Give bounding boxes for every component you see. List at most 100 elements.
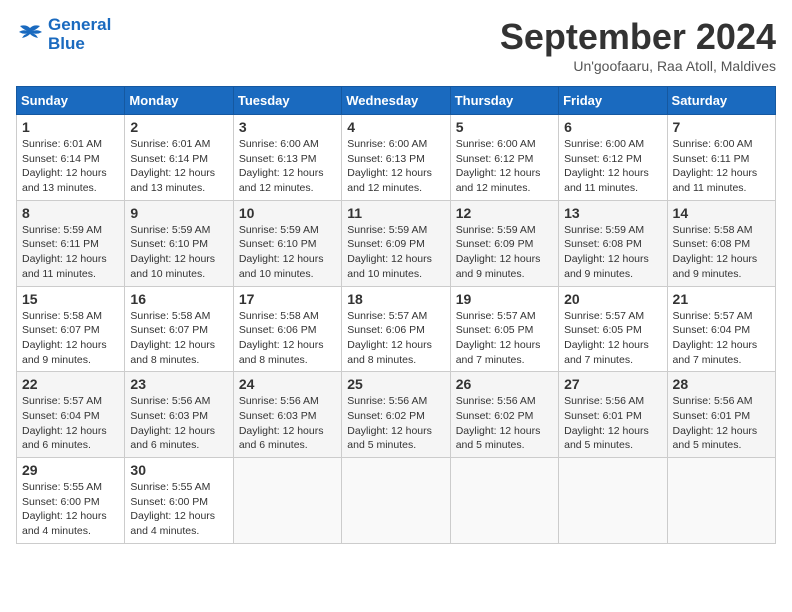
day-info: Sunrise: 5:56 AMSunset: 6:01 PMDaylight:… (564, 395, 649, 451)
calendar-day-cell (342, 458, 450, 544)
logo-icon (16, 24, 44, 46)
day-info: Sunrise: 5:59 AMSunset: 6:10 PMDaylight:… (130, 224, 215, 280)
day-number: 14 (673, 205, 770, 221)
day-number: 17 (239, 291, 336, 307)
day-info: Sunrise: 5:56 AMSunset: 6:02 PMDaylight:… (456, 395, 541, 451)
day-info: Sunrise: 5:55 AMSunset: 6:00 PMDaylight:… (22, 481, 107, 537)
calendar-day-cell: 29 Sunrise: 5:55 AMSunset: 6:00 PMDaylig… (17, 458, 125, 544)
month-title: September 2024 (500, 16, 776, 58)
day-number: 7 (673, 119, 770, 135)
calendar-day-cell: 28 Sunrise: 5:56 AMSunset: 6:01 PMDaylig… (667, 372, 775, 458)
calendar-day-cell: 11 Sunrise: 5:59 AMSunset: 6:09 PMDaylig… (342, 200, 450, 286)
calendar-day-cell: 17 Sunrise: 5:58 AMSunset: 6:06 PMDaylig… (233, 286, 341, 372)
day-info: Sunrise: 5:56 AMSunset: 6:03 PMDaylight:… (130, 395, 215, 451)
calendar-day-cell: 21 Sunrise: 5:57 AMSunset: 6:04 PMDaylig… (667, 286, 775, 372)
calendar-week-row: 29 Sunrise: 5:55 AMSunset: 6:00 PMDaylig… (17, 458, 776, 544)
calendar-day-cell: 7 Sunrise: 6:00 AMSunset: 6:11 PMDayligh… (667, 115, 775, 201)
calendar-week-row: 22 Sunrise: 5:57 AMSunset: 6:04 PMDaylig… (17, 372, 776, 458)
day-number: 12 (456, 205, 553, 221)
calendar-day-cell: 22 Sunrise: 5:57 AMSunset: 6:04 PMDaylig… (17, 372, 125, 458)
day-info: Sunrise: 6:00 AMSunset: 6:13 PMDaylight:… (347, 138, 432, 194)
day-number: 30 (130, 462, 227, 478)
day-info: Sunrise: 5:57 AMSunset: 6:05 PMDaylight:… (456, 310, 541, 366)
header-sunday: Sunday (17, 87, 125, 115)
day-number: 24 (239, 376, 336, 392)
day-info: Sunrise: 6:00 AMSunset: 6:11 PMDaylight:… (673, 138, 758, 194)
calendar-day-cell: 24 Sunrise: 5:56 AMSunset: 6:03 PMDaylig… (233, 372, 341, 458)
header-thursday: Thursday (450, 87, 558, 115)
day-number: 8 (22, 205, 119, 221)
calendar-day-cell: 14 Sunrise: 5:58 AMSunset: 6:08 PMDaylig… (667, 200, 775, 286)
calendar-day-cell: 16 Sunrise: 5:58 AMSunset: 6:07 PMDaylig… (125, 286, 233, 372)
day-number: 26 (456, 376, 553, 392)
day-number: 10 (239, 205, 336, 221)
day-info: Sunrise: 6:00 AMSunset: 6:12 PMDaylight:… (564, 138, 649, 194)
day-info: Sunrise: 5:56 AMSunset: 6:01 PMDaylight:… (673, 395, 758, 451)
day-info: Sunrise: 5:59 AMSunset: 6:09 PMDaylight:… (456, 224, 541, 280)
calendar-week-row: 15 Sunrise: 5:58 AMSunset: 6:07 PMDaylig… (17, 286, 776, 372)
logo: General Blue (16, 16, 111, 53)
day-number: 16 (130, 291, 227, 307)
calendar-table: Sunday Monday Tuesday Wednesday Thursday… (16, 86, 776, 544)
day-info: Sunrise: 5:58 AMSunset: 6:07 PMDaylight:… (130, 310, 215, 366)
day-number: 1 (22, 119, 119, 135)
day-number: 27 (564, 376, 661, 392)
day-number: 20 (564, 291, 661, 307)
day-number: 6 (564, 119, 661, 135)
day-number: 15 (22, 291, 119, 307)
day-info: Sunrise: 5:56 AMSunset: 6:03 PMDaylight:… (239, 395, 324, 451)
day-info: Sunrise: 5:57 AMSunset: 6:06 PMDaylight:… (347, 310, 432, 366)
calendar-day-cell: 9 Sunrise: 5:59 AMSunset: 6:10 PMDayligh… (125, 200, 233, 286)
day-number: 21 (673, 291, 770, 307)
calendar-day-cell: 25 Sunrise: 5:56 AMSunset: 6:02 PMDaylig… (342, 372, 450, 458)
header-tuesday: Tuesday (233, 87, 341, 115)
day-info: Sunrise: 5:55 AMSunset: 6:00 PMDaylight:… (130, 481, 215, 537)
day-number: 2 (130, 119, 227, 135)
calendar-day-cell: 15 Sunrise: 5:58 AMSunset: 6:07 PMDaylig… (17, 286, 125, 372)
header-saturday: Saturday (667, 87, 775, 115)
day-info: Sunrise: 5:58 AMSunset: 6:08 PMDaylight:… (673, 224, 758, 280)
day-info: Sunrise: 5:59 AMSunset: 6:09 PMDaylight:… (347, 224, 432, 280)
calendar-day-cell: 5 Sunrise: 6:00 AMSunset: 6:12 PMDayligh… (450, 115, 558, 201)
day-number: 28 (673, 376, 770, 392)
day-number: 22 (22, 376, 119, 392)
day-info: Sunrise: 5:58 AMSunset: 6:07 PMDaylight:… (22, 310, 107, 366)
day-number: 11 (347, 205, 444, 221)
day-number: 25 (347, 376, 444, 392)
logo-general: General (48, 16, 111, 35)
location-subtitle: Un'goofaaru, Raa Atoll, Maldives (500, 58, 776, 74)
calendar-day-cell: 10 Sunrise: 5:59 AMSunset: 6:10 PMDaylig… (233, 200, 341, 286)
day-number: 19 (456, 291, 553, 307)
logo-blue: Blue (48, 35, 111, 54)
page-header: General Blue September 2024 Un'goofaaru,… (16, 16, 776, 74)
day-info: Sunrise: 5:59 AMSunset: 6:08 PMDaylight:… (564, 224, 649, 280)
day-info: Sunrise: 5:56 AMSunset: 6:02 PMDaylight:… (347, 395, 432, 451)
day-number: 4 (347, 119, 444, 135)
calendar-day-cell (233, 458, 341, 544)
calendar-day-cell (667, 458, 775, 544)
day-number: 9 (130, 205, 227, 221)
calendar-week-row: 1 Sunrise: 6:01 AMSunset: 6:14 PMDayligh… (17, 115, 776, 201)
day-info: Sunrise: 6:01 AMSunset: 6:14 PMDaylight:… (22, 138, 107, 194)
day-info: Sunrise: 5:58 AMSunset: 6:06 PMDaylight:… (239, 310, 324, 366)
day-number: 18 (347, 291, 444, 307)
calendar-day-cell: 13 Sunrise: 5:59 AMSunset: 6:08 PMDaylig… (559, 200, 667, 286)
day-number: 5 (456, 119, 553, 135)
header-wednesday: Wednesday (342, 87, 450, 115)
day-info: Sunrise: 6:00 AMSunset: 6:13 PMDaylight:… (239, 138, 324, 194)
day-number: 3 (239, 119, 336, 135)
day-info: Sunrise: 6:00 AMSunset: 6:12 PMDaylight:… (456, 138, 541, 194)
day-info: Sunrise: 5:57 AMSunset: 6:04 PMDaylight:… (22, 395, 107, 451)
calendar-day-cell: 2 Sunrise: 6:01 AMSunset: 6:14 PMDayligh… (125, 115, 233, 201)
calendar-day-cell: 19 Sunrise: 5:57 AMSunset: 6:05 PMDaylig… (450, 286, 558, 372)
header-friday: Friday (559, 87, 667, 115)
calendar-day-cell: 27 Sunrise: 5:56 AMSunset: 6:01 PMDaylig… (559, 372, 667, 458)
calendar-day-cell: 18 Sunrise: 5:57 AMSunset: 6:06 PMDaylig… (342, 286, 450, 372)
calendar-week-row: 8 Sunrise: 5:59 AMSunset: 6:11 PMDayligh… (17, 200, 776, 286)
calendar-day-cell: 6 Sunrise: 6:00 AMSunset: 6:12 PMDayligh… (559, 115, 667, 201)
header-monday: Monday (125, 87, 233, 115)
calendar-day-cell: 8 Sunrise: 5:59 AMSunset: 6:11 PMDayligh… (17, 200, 125, 286)
day-info: Sunrise: 6:01 AMSunset: 6:14 PMDaylight:… (130, 138, 215, 194)
day-info: Sunrise: 5:59 AMSunset: 6:10 PMDaylight:… (239, 224, 324, 280)
day-number: 23 (130, 376, 227, 392)
